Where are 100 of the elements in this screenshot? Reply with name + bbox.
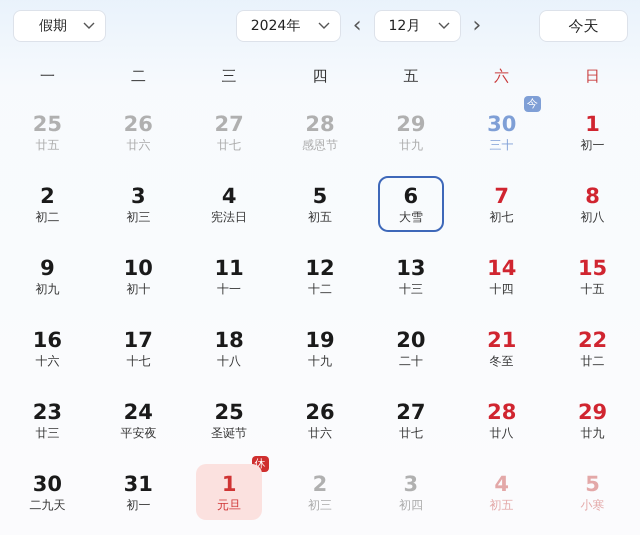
year-dropdown[interactable]: 2024年: [236, 10, 341, 42]
next-month-button[interactable]: ›: [468, 15, 486, 37]
day-number: 29: [396, 111, 426, 137]
day-number: 26: [305, 399, 335, 425]
day-number: 4: [222, 183, 236, 209]
lunar-date: 廿九: [580, 425, 605, 441]
day-number: 14: [487, 255, 516, 281]
day-number: 27: [214, 111, 244, 137]
day-cell[interactable]: 9 初九: [14, 248, 80, 304]
day-number: 1: [222, 471, 236, 497]
lunar-date: 廿七: [398, 425, 423, 441]
day-number: 11: [214, 255, 244, 281]
day-number: 26: [124, 111, 153, 137]
day-number: 31: [124, 471, 153, 497]
lunar-date: 初一: [126, 497, 150, 513]
day-number: 29: [578, 399, 608, 425]
holiday-dropdown[interactable]: 假期: [13, 10, 106, 42]
lunar-date: 初八: [580, 209, 605, 225]
day-cell[interactable]: 22 廿二: [560, 320, 626, 376]
lunar-date: 大雪: [398, 209, 423, 225]
day-number: 28: [305, 111, 335, 137]
lunar-date: 初二: [35, 209, 60, 225]
day-cell[interactable]: 1 初一: [560, 104, 626, 160]
day-cell[interactable]: 27 廿七: [378, 392, 444, 448]
day-number: 3: [404, 471, 418, 497]
day-cell[interactable]: 7 初七: [468, 176, 535, 232]
day-cell[interactable]: 19 十九: [286, 320, 353, 376]
lunar-date: 廿二: [580, 353, 605, 369]
day-cell[interactable]: 5 初五: [286, 176, 353, 232]
lunar-date: 小寒: [580, 497, 605, 513]
day-cell[interactable]: 15 十五: [560, 248, 626, 304]
lunar-date: 初五: [308, 209, 332, 225]
lunar-date: 廿九: [398, 137, 423, 153]
day-cell[interactable]: 26 廿六: [286, 392, 353, 448]
day-cell[interactable]: 18 十八: [196, 320, 262, 376]
day-cell[interactable]: 21 冬至: [468, 320, 535, 376]
day-number: 10: [124, 255, 153, 281]
day-cell[interactable]: 14 十四: [468, 248, 535, 304]
day-number: 30: [32, 471, 62, 497]
day-cell[interactable]: 29 廿九: [560, 392, 626, 448]
day-cell[interactable]: 8 初八: [560, 176, 626, 232]
day-cell[interactable]: 12 十二: [286, 248, 353, 304]
day-cell[interactable]: 13 十三: [378, 248, 444, 304]
month-dropdown[interactable]: 12月: [374, 10, 460, 42]
day-number: 4: [494, 471, 510, 497]
previous-month-button[interactable]: ‹: [348, 15, 366, 37]
lunar-date: 宪法日: [211, 209, 248, 225]
day-cell[interactable]: 16 十六: [14, 320, 80, 376]
lunar-date: 初三: [308, 497, 332, 513]
day-number: 20: [396, 327, 426, 353]
day-cell[interactable]: 6 大雪: [378, 176, 444, 232]
day-number: 15: [578, 255, 608, 281]
lunar-date: 廿七: [217, 137, 242, 153]
day-cell[interactable]: 4 宪法日: [196, 176, 262, 232]
lunar-date: 圣诞节: [211, 425, 248, 441]
day-number: 12: [305, 255, 335, 281]
day-cell[interactable]: 10 初十: [105, 248, 172, 304]
day-cell[interactable]: 20 二十: [378, 320, 444, 376]
day-number: 5: [585, 471, 600, 497]
day-number: 17: [124, 327, 153, 353]
day-number: 30: [487, 111, 516, 137]
day-number: 2: [312, 471, 328, 497]
day-cell[interactable]: 28 廿八: [468, 392, 535, 448]
day-number: 6: [404, 183, 418, 209]
lunar-date: 平安夜: [120, 425, 156, 441]
lunar-date: 二十: [398, 353, 423, 369]
day-cell[interactable]: 24 平安夜: [105, 392, 172, 448]
day-cell[interactable]: 17 十七: [105, 320, 172, 376]
lunar-date: 十九: [308, 353, 332, 369]
lunar-date: 元旦: [217, 497, 242, 513]
lunar-date: 廿五: [35, 137, 60, 153]
lunar-date: 三十: [490, 137, 514, 153]
lunar-date: 初五: [490, 497, 514, 513]
lunar-date: 廿三: [35, 425, 60, 441]
weekday-label: 二: [130, 66, 147, 87]
day-number: 22: [578, 327, 608, 353]
lunar-date: 初一: [580, 137, 605, 153]
chevron-down-icon: [438, 22, 450, 30]
day-number: 5: [312, 183, 328, 209]
day-cell[interactable]: 11 十一: [196, 248, 262, 304]
day-cell[interactable]: 3 初三: [105, 176, 172, 232]
lunar-date: 十三: [398, 281, 423, 297]
day-number: 9: [40, 255, 55, 281]
lunar-date: 十六: [35, 353, 60, 369]
day-number: 19: [305, 327, 335, 353]
lunar-date: 十四: [490, 281, 514, 297]
lunar-date: 廿六: [126, 137, 150, 153]
day-number: 2: [40, 183, 55, 209]
day-cell[interactable]: 30 二九天: [14, 464, 80, 520]
day-cell[interactable]: 31 初一: [105, 464, 172, 520]
day-cell[interactable]: 23 廿三: [14, 392, 80, 448]
day-number: 1: [585, 111, 600, 137]
day-cell[interactable]: 25 圣诞节: [196, 392, 262, 448]
today-button[interactable]: 今天: [539, 10, 628, 42]
day-number: 16: [32, 327, 62, 353]
day-number: 25: [214, 399, 244, 425]
chevron-down-icon: [318, 22, 330, 30]
chevron-down-icon: [83, 22, 95, 30]
day-cell[interactable]: 2 初二: [14, 176, 80, 232]
day-number: 18: [214, 327, 244, 353]
